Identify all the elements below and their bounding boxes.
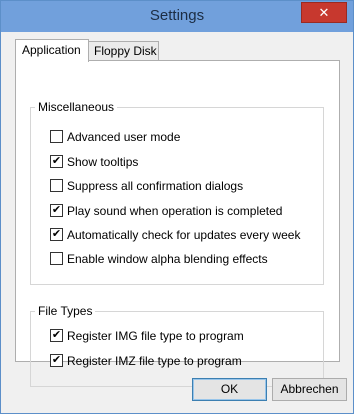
play-sound-checkbox[interactable]: ✔ [50,204,63,217]
dialog-content: Application Floppy Disk Miscellaneous Ad… [9,32,347,405]
miscellaneous-group-title: Miscellaneous [35,100,118,114]
auto-update-check-checkbox[interactable]: ✔ [50,228,63,241]
register-img-checkbox[interactable]: ✔ [50,329,63,342]
register-img-label: Register IMG file type to program [67,329,244,343]
watermark-logo [274,360,324,376]
show-tooltips-label: Show tooltips [67,155,139,169]
suppress-confirmation-label: Suppress all confirmation dialogs [67,179,244,193]
register-imz-checkbox[interactable]: ✔ [50,354,63,367]
auto-update-check-label: Automatically check for updates every we… [67,228,301,242]
register-imz-label: Register IMZ file type to program [67,354,242,368]
tab-floppy-disk[interactable]: Floppy Disk [87,41,159,61]
show-tooltips-checkbox[interactable]: ✔ [50,155,63,168]
close-button[interactable]: ✕ [301,2,347,23]
alpha-blending-label: Enable window alpha blending effects [67,252,268,266]
alpha-blending-checkbox[interactable] [50,252,63,265]
cancel-button[interactable]: Abbrechen [272,378,347,401]
file-types-group-title: File Types [35,304,96,318]
application-tab-panel: Miscellaneous Advanced user mode ✔ Show … [15,60,340,387]
advanced-user-mode-checkbox[interactable] [50,130,63,143]
advanced-user-mode-label: Advanced user mode [67,130,181,144]
tab-application[interactable]: Application [15,39,89,62]
ok-button[interactable]: OK [192,378,267,401]
title-bar[interactable]: Settings ✕ [1,1,353,32]
suppress-confirmation-checkbox[interactable] [50,179,63,192]
close-icon: ✕ [318,5,330,20]
settings-dialog: Settings ✕ Application Floppy Disk Misce… [0,0,354,414]
play-sound-label: Play sound when operation is completed [67,204,283,218]
